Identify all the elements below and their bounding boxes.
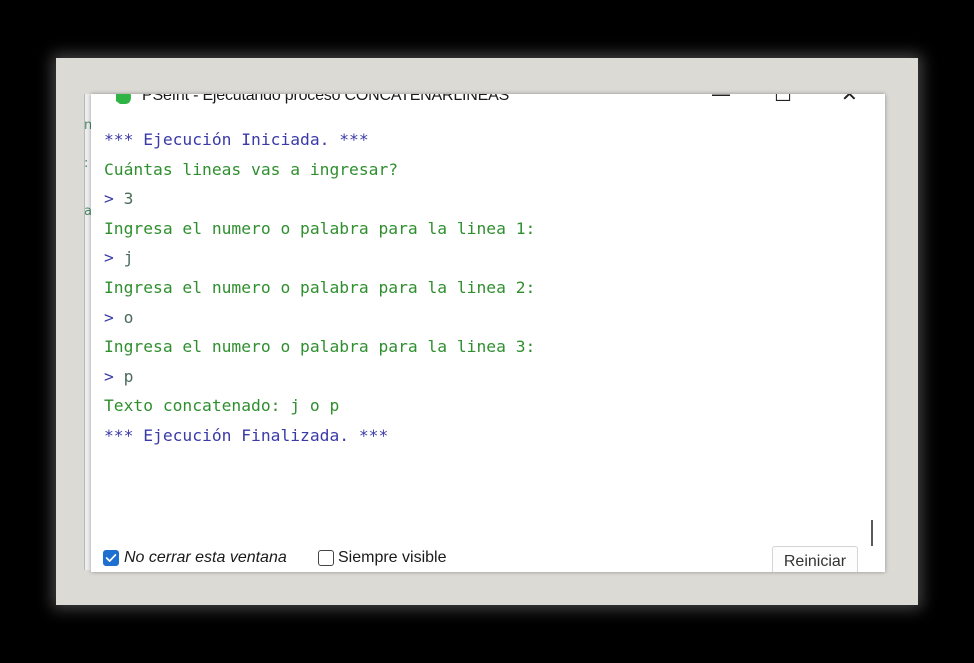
program-output: Ingresa el numero o palabra para la line… — [104, 277, 536, 297]
console-line: *** Ejecución Finalizada. *** — [104, 421, 864, 451]
no-close-label[interactable]: No cerrar esta ventana — [124, 549, 287, 567]
console-line: Ingresa el numero o palabra para la line… — [104, 273, 864, 303]
program-output: Ingresa el numero o palabra para la line… — [104, 337, 536, 357]
console-line: Ingresa el numero o palabra para la line… — [104, 332, 864, 362]
pseint-app-icon — [116, 94, 131, 104]
console-output: *** Ejecución Iniciada. *** Cuántas linea… — [104, 125, 864, 525]
window-title: PSeInt - Ejecutando proceso CONCATENARLI… — [142, 94, 510, 104]
program-output: Ingresa el numero o palabra para la line… — [104, 218, 536, 238]
options-bar: No cerrar esta ventana Siempre visible R… — [91, 546, 885, 572]
user-input-value: 3 — [123, 189, 134, 209]
input-prompt: > — [104, 248, 114, 268]
no-close-checkbox[interactable] — [103, 550, 119, 566]
check-icon — [105, 554, 117, 562]
console-line: Ingresa el numero o palabra para la line… — [104, 214, 864, 244]
input-prompt: > — [104, 189, 114, 209]
system-message: *** Ejecución Finalizada. *** — [104, 425, 389, 445]
system-message: *** Ejecución Iniciada. *** — [104, 130, 369, 149]
restart-button[interactable]: Reiniciar — [772, 546, 858, 572]
console-line: > 3 — [104, 184, 864, 214]
maximize-icon[interactable]: ☐ — [774, 94, 792, 104]
console-line: *** Ejecución Iniciada. *** — [104, 125, 864, 155]
always-visible-checkbox[interactable] — [318, 550, 334, 566]
execution-window: PSeInt - Ejecutando proceso CONCATENARLI… — [91, 94, 885, 572]
background-text-fragment: : — [84, 156, 89, 171]
input-prompt: > — [104, 366, 114, 386]
console-line: Texto concatenado: j o p — [104, 391, 864, 421]
screenshot-frame: ng : a PSeInt - Ejecutando proceso CONCA… — [56, 58, 918, 605]
close-icon[interactable]: ✕ — [841, 94, 858, 104]
user-input-value: p — [123, 366, 134, 386]
title-bar[interactable]: PSeInt - Ejecutando proceso CONCATENARLI… — [91, 94, 885, 104]
console-line: > j — [104, 243, 864, 273]
minimize-icon[interactable]: — — [711, 94, 731, 104]
user-input-value: o — [123, 307, 134, 327]
user-input-value: j — [123, 248, 134, 268]
program-output: Texto concatenado: j o p — [104, 396, 340, 416]
console-line: > p — [104, 362, 864, 392]
console-line: Cuántas lineas vas a ingresar? — [104, 155, 864, 185]
input-prompt: > — [104, 307, 114, 327]
console-line: > o — [104, 303, 864, 333]
always-visible-label[interactable]: Siempre visible — [338, 549, 446, 567]
program-output: Cuántas lineas vas a ingresar? — [104, 159, 399, 179]
